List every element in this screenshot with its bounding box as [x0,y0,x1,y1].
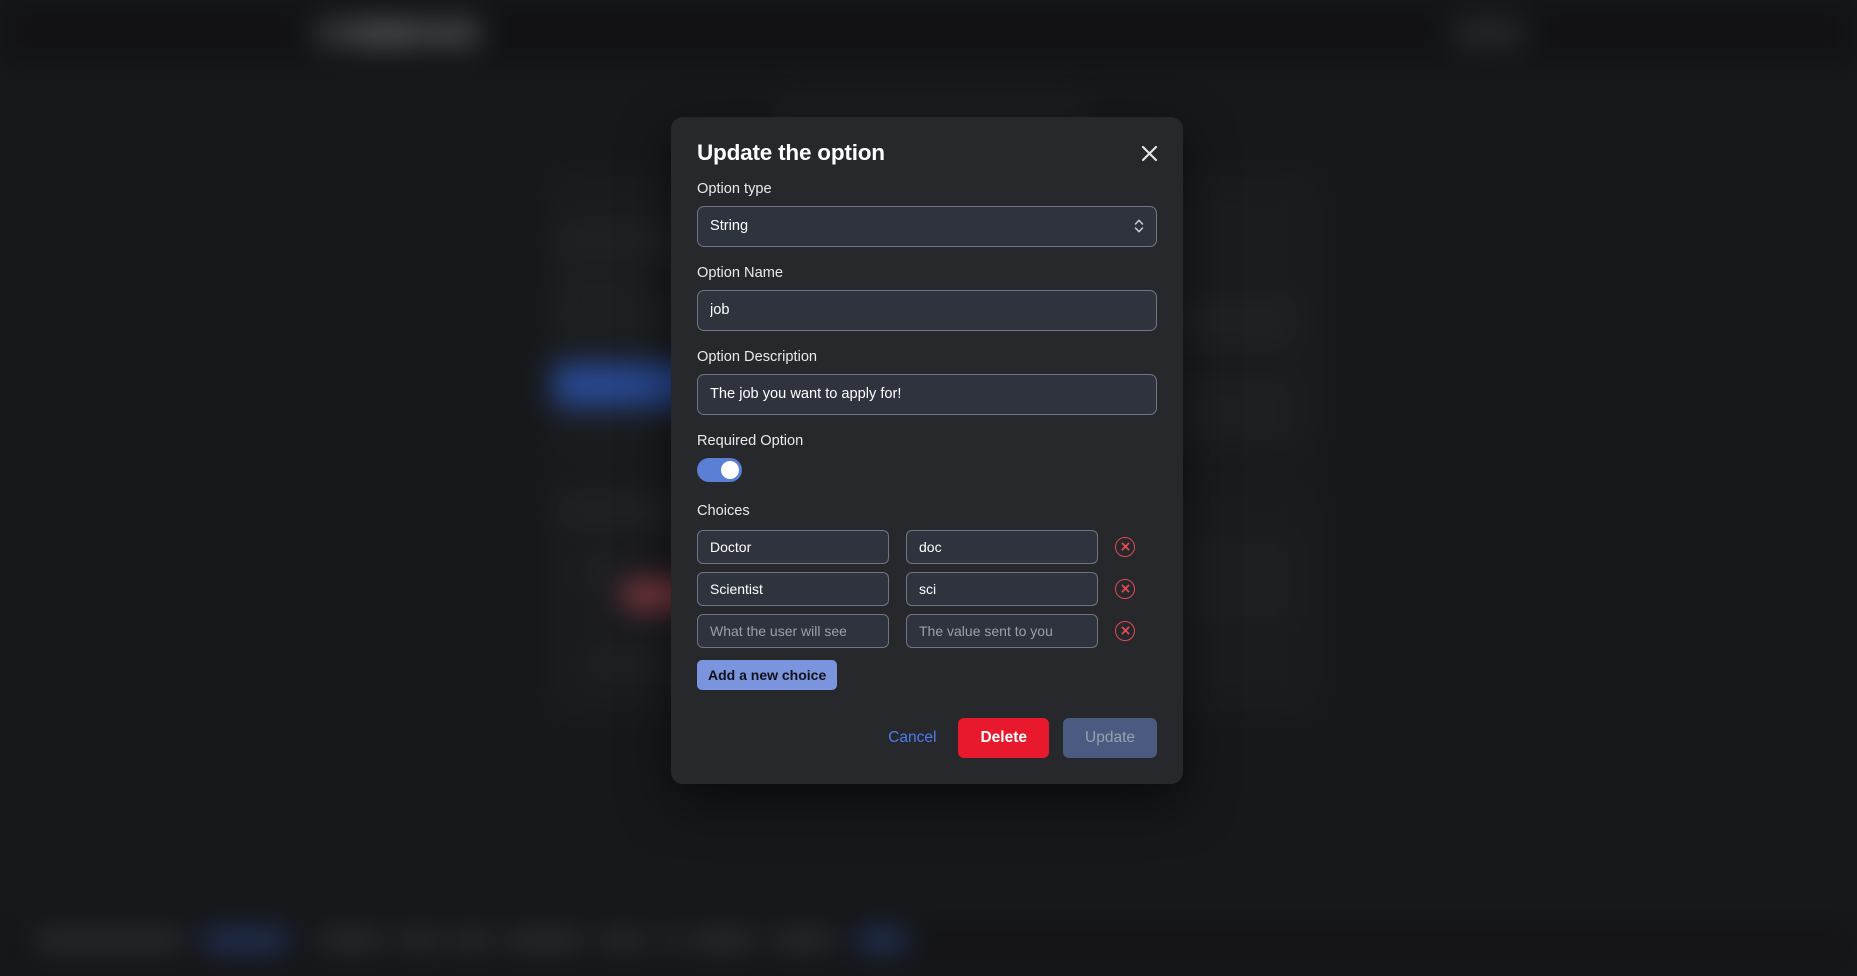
remove-choice-button[interactable] [1115,620,1135,641]
cancel-button[interactable]: Cancel [880,720,944,756]
option-description-field: Option Description [697,348,1157,415]
required-option-toggle[interactable] [697,457,742,482]
add-choice-button[interactable]: Add a new choice [697,659,838,691]
option-name-input[interactable] [697,289,1157,331]
choice-name-input[interactable] [697,529,889,564]
required-option-field: Required Option [697,432,1157,482]
choice-row [697,613,1157,648]
option-description-label: Option Description [697,348,818,365]
update-option-modal: Update the option Option type StringInte… [671,117,1183,785]
toggle-knob [721,460,739,479]
choice-row [697,571,1157,606]
option-type-label: Option type [697,180,772,197]
choices-section: Choices Doctor doc Scientist sci What th… [697,502,1157,691]
remove-circle-icon [1121,584,1130,593]
remove-circle-icon [1121,626,1130,635]
choice-value-input[interactable] [906,571,1098,606]
modal-header: Update the option [671,117,1183,166]
option-name-field: Option Name [697,264,1157,331]
remove-choice-button[interactable] [1115,578,1135,599]
choice-name-input[interactable] [697,613,889,648]
modal-footer: Cancel Delete Update [671,694,1183,784]
choice-value-input[interactable] [906,529,1098,564]
close-button[interactable] [1135,139,1163,167]
option-type-select[interactable]: StringIntegerBooleanNumberUserChannelRol… [697,205,1157,247]
page-title: Update the option [697,140,885,165]
required-option-label: Required Option [697,432,804,449]
remove-circle-icon [1121,542,1130,551]
modal-body: Option type StringIntegerBooleanNumberUs… [671,166,1183,695]
choices-label: Choices [697,502,750,519]
close-icon [1141,145,1158,162]
choice-row [697,529,1157,564]
choice-value-input[interactable] [906,613,1098,648]
option-description-input[interactable] [697,373,1157,415]
option-name-label: Option Name [697,264,783,281]
option-type-select-wrap: StringIntegerBooleanNumberUserChannelRol… [697,205,1157,247]
delete-button[interactable]: Delete [958,718,1050,759]
option-type-field: Option type StringIntegerBooleanNumberUs… [697,180,1157,247]
choice-name-input[interactable] [697,571,889,606]
remove-choice-button[interactable] [1115,536,1135,557]
update-button[interactable]: Update [1063,718,1157,759]
app-root: Update the option Option type StringInte… [0,0,1857,976]
